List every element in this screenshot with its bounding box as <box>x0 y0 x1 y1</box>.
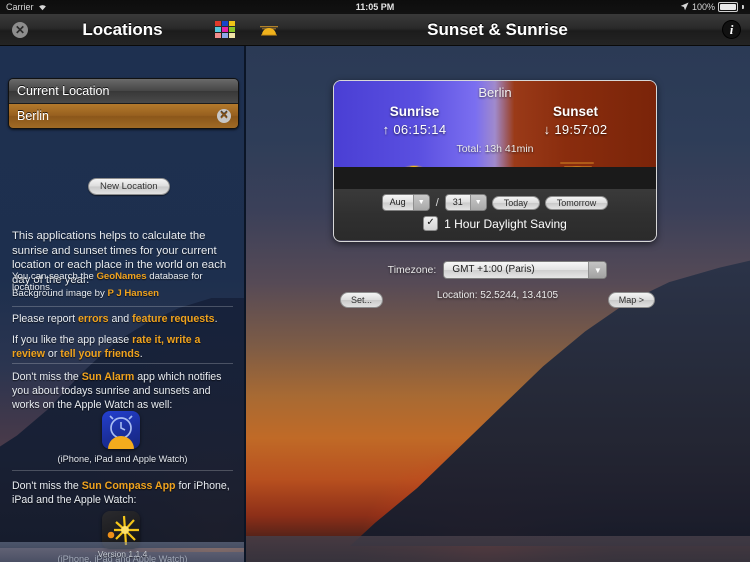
feature-requests-link[interactable]: feature requests <box>132 313 214 325</box>
compass-pre-text: Don't miss the <box>12 480 82 492</box>
rising-sun-icon <box>397 158 431 189</box>
timezone-row: Timezone: GMT +1:00 (Paris) ▼ <box>245 261 750 279</box>
daylight-saving-label: 1 Hour Daylight Saving <box>444 216 567 231</box>
sun-compass-link[interactable]: Sun Compass App <box>82 480 176 492</box>
right-panel-title: Sunset & Sunrise <box>427 20 568 39</box>
chevron-down-icon: ▼ <box>469 195 486 210</box>
setting-sun-icon <box>556 158 598 178</box>
battery-icon <box>718 2 738 12</box>
report-pre-text: Please report <box>12 313 78 325</box>
status-bar-clock: 11:05 PM <box>355 2 395 12</box>
color-grid-cell-3 <box>215 27 221 32</box>
clear-icon[interactable]: ✕ <box>217 109 231 123</box>
sun-compass-paragraph: Don't miss the Sun Compass App for iPhon… <box>12 479 233 507</box>
sunset-label: Sunset <box>552 104 598 119</box>
checkbox-checked-icon[interactable]: ✓ <box>423 216 439 231</box>
panel-divider <box>244 45 246 562</box>
right-background-horizon <box>245 536 750 562</box>
daylight-total-label: Total: 13h 41min <box>456 143 534 155</box>
sun-alarm-link[interactable]: Sun Alarm <box>82 371 135 383</box>
chevron-down-icon: ▼ <box>588 262 607 278</box>
sunset-column: Sunset ↓ 19:57:02 <box>495 104 656 137</box>
day-value: 31 <box>452 197 463 207</box>
sunset-value: ↓ 19:57:02 <box>495 122 656 137</box>
left-panel: Current Location Berlin ✕ New Location T… <box>0 45 245 562</box>
report-mid-text: and <box>108 313 133 325</box>
alarm-pre-text: Don't miss the <box>12 371 82 383</box>
photographer-link[interactable]: P J Hansen <box>107 288 159 299</box>
sunrise-value: ↑ 06:15:14 <box>334 122 495 137</box>
map-button[interactable]: Map > <box>607 292 655 308</box>
sunrise-label: Sunrise <box>389 104 440 119</box>
right-navigation-bar: Sunset & Sunrise i <box>245 14 750 46</box>
date-separator: / <box>435 196 439 209</box>
new-location-button[interactable]: New Location <box>88 178 170 195</box>
errors-link[interactable]: errors <box>78 313 109 325</box>
sunrise-arrow-icon: ↑ <box>382 122 390 137</box>
chevron-down-icon: ▼ <box>412 195 429 210</box>
location-row-label: Current Location <box>17 84 110 98</box>
battery-cap-icon <box>742 5 744 9</box>
bg-credit-pre-text: Background image by <box>12 288 108 299</box>
locations-list: Current Location Berlin ✕ <box>8 78 239 129</box>
color-grid-cell-5 <box>229 27 235 32</box>
timezone-value: GMT +1:00 (Paris) <box>452 264 535 275</box>
sun-alarm-app-icon[interactable] <box>102 411 140 449</box>
sun-times-card: Berlin Sunrise ↑ 06:15:14 Sunset ↓ 19:57… <box>333 80 657 242</box>
color-grid-cell-0 <box>215 21 221 26</box>
color-grid-cell-6 <box>215 33 221 38</box>
divider-2 <box>12 363 233 364</box>
color-grid-icon[interactable] <box>215 21 237 39</box>
location-row-current[interactable]: Current Location <box>9 79 238 104</box>
status-bar-right: 100% <box>680 1 744 13</box>
geonames-link[interactable]: GeoNames <box>96 271 146 282</box>
daylight-saving-toggle[interactable]: ✓ 1 Hour Daylight Saving <box>334 216 656 231</box>
sunrise-time: 06:15:14 <box>393 122 447 137</box>
card-city-label: Berlin <box>478 85 512 100</box>
sunset-time: 19:57:02 <box>554 122 608 137</box>
report-post-text: . <box>214 313 218 325</box>
timezone-select[interactable]: GMT +1:00 (Paris) ▼ <box>443 261 608 279</box>
app-window: Carrier 11:05 PM 100% ✕ Locations Sunset… <box>0 0 750 562</box>
location-arrow-icon <box>680 1 689 13</box>
location-coordinates-label: Location: 52.5244, 13.4105 <box>436 290 559 301</box>
month-value: Aug <box>389 197 406 207</box>
right-panel: Berlin Sunrise ↑ 06:15:14 Sunset ↓ 19:57… <box>245 45 750 562</box>
rate-pre-text: If you like the app please <box>12 334 133 346</box>
rate-paragraph: If you like the app please rate it, writ… <box>12 333 233 361</box>
sun-alarm-caption: (iPhone, iPad and Apple Watch) <box>57 454 188 464</box>
left-panel-title: Locations <box>82 20 163 39</box>
date-controls-row: Aug ▼ / 31 ▼ Today Tomorrow <box>334 194 656 211</box>
day-select[interactable]: 31 ▼ <box>444 194 487 211</box>
report-paragraph: Please report errors and feature request… <box>12 313 233 325</box>
background-credit-paragraph: Background image by P J Hansen <box>12 288 233 299</box>
info-icon[interactable]: i <box>723 21 740 38</box>
card-controls: Aug ▼ / 31 ▼ Today Tomorrow ✓ 1 Hour Day… <box>334 189 656 240</box>
battery-percent: 100% <box>691 2 715 12</box>
sunrise-column: Sunrise ↑ 06:15:14 <box>334 104 495 137</box>
status-bar: Carrier 11:05 PM 100% <box>0 0 750 14</box>
month-select[interactable]: Aug ▼ <box>381 194 430 211</box>
color-grid-cell-4 <box>222 27 228 32</box>
location-row-berlin[interactable]: Berlin ✕ <box>9 104 238 128</box>
location-row-label: Berlin <box>17 109 49 123</box>
timezone-label: Timezone: <box>387 264 437 276</box>
sun-alarm-paragraph: Don't miss the Sun Alarm app which notif… <box>12 370 233 412</box>
sunset-arrow-icon: ↓ <box>543 122 551 137</box>
geonames-pre-text: You can search the <box>12 271 97 282</box>
color-grid-cell-7 <box>222 33 228 38</box>
tell-friends-link[interactable]: tell your friends <box>60 348 139 360</box>
tomorrow-button[interactable]: Tomorrow <box>544 195 609 210</box>
version-label: Version 1.1.4 <box>97 549 148 559</box>
divider-3 <box>12 470 233 471</box>
rate-mid-text: or <box>44 348 61 360</box>
color-grid-cell-1 <box>222 21 228 26</box>
rate-post-text: . <box>139 348 143 360</box>
color-grid-cell-2 <box>229 21 235 26</box>
divider-1 <box>12 306 233 307</box>
card-sky: Berlin Sunrise ↑ 06:15:14 Sunset ↓ 19:57… <box>334 81 656 189</box>
today-button[interactable]: Today <box>491 195 540 210</box>
color-grid-cell-8 <box>229 33 235 38</box>
left-navigation-bar: ✕ Locations <box>0 14 246 46</box>
